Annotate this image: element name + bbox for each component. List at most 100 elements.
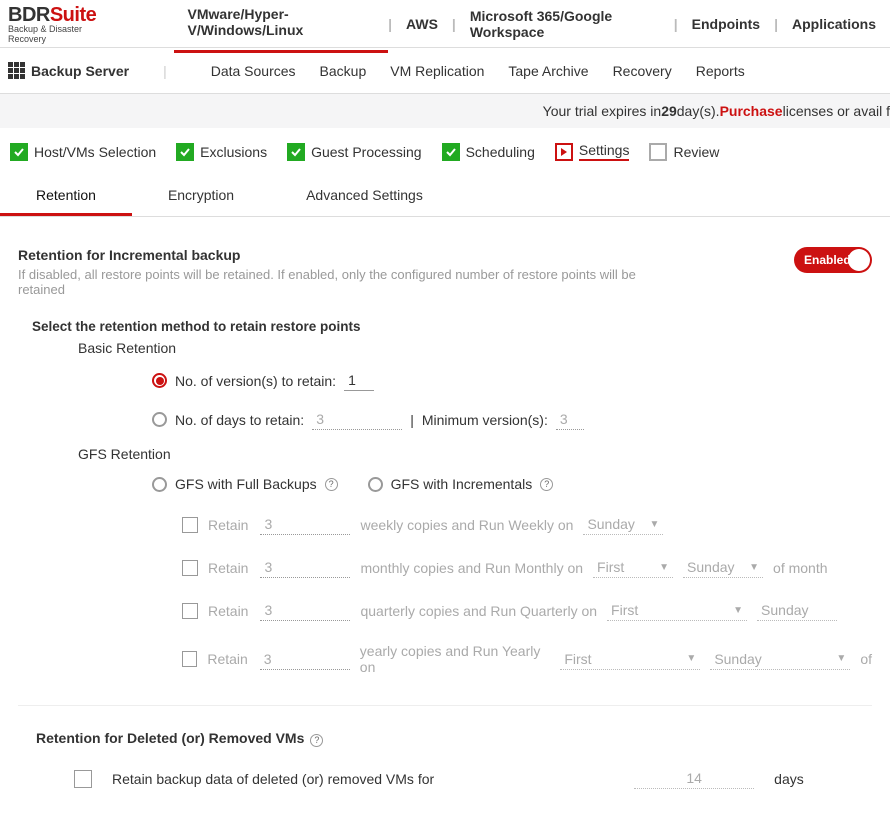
- quarterly-day-select[interactable]: Sunday: [757, 600, 837, 621]
- check-icon: [176, 143, 194, 161]
- product-applications[interactable]: Applications: [778, 4, 890, 44]
- select-value: First: [564, 651, 591, 667]
- retain-label: Retain: [208, 517, 248, 533]
- deleted-days-input[interactable]: [634, 768, 754, 789]
- days-input[interactable]: [312, 409, 402, 430]
- min-versions-input[interactable]: [556, 409, 584, 430]
- incremental-section-head: Retention for Incremental backup If disa…: [18, 247, 872, 313]
- deleted-checkbox[interactable]: [74, 770, 92, 788]
- tab-advanced[interactable]: Advanced Settings: [270, 177, 459, 216]
- product-m365[interactable]: Microsoft 365/Google Workspace: [456, 0, 674, 52]
- gfs-full-radio[interactable]: [152, 477, 167, 492]
- help-icon[interactable]: ?: [325, 478, 338, 491]
- of-label: of: [860, 651, 872, 667]
- check-icon: [442, 143, 460, 161]
- trial-mid: day(s).: [677, 103, 720, 119]
- play-icon: [555, 143, 573, 161]
- step-label: Guest Processing: [311, 144, 422, 160]
- backup-server-menu[interactable]: Backup Server: [8, 62, 129, 79]
- step-guest-processing[interactable]: Guest Processing: [287, 143, 422, 161]
- versions-input[interactable]: [344, 370, 374, 391]
- purchase-link[interactable]: Purchase: [720, 103, 783, 119]
- versions-label: No. of version(s) to retain:: [175, 373, 336, 389]
- yearly-day-select[interactable]: Sunday▼: [710, 649, 850, 670]
- nav-vm-replication[interactable]: VM Replication: [390, 63, 484, 79]
- help-icon[interactable]: ?: [310, 734, 323, 747]
- deleted-vms-section: Retention for Deleted (or) Removed VMs ?…: [18, 705, 872, 789]
- chevron-down-icon: ▼: [733, 605, 743, 616]
- weekly-count-input[interactable]: [260, 514, 350, 535]
- logo-subtitle: Backup & Disaster Recovery: [8, 24, 114, 44]
- chevron-down-icon: ▼: [749, 562, 759, 573]
- basic-retention-label: Basic Retention: [78, 340, 872, 356]
- nav-row: Backup Server | Data Sources Backup VM R…: [0, 48, 890, 94]
- yearly-count-input[interactable]: [260, 649, 350, 670]
- trial-days: 29: [661, 103, 677, 119]
- method-subsection: Select the retention method to retain re…: [32, 319, 872, 675]
- step-scheduling[interactable]: Scheduling: [442, 143, 535, 161]
- monthly-week-select[interactable]: First▼: [593, 557, 673, 578]
- step-label: Exclusions: [200, 144, 267, 160]
- settings-subtabs: Retention Encryption Advanced Settings: [0, 177, 890, 217]
- enabled-toggle[interactable]: Enabled: [794, 247, 872, 273]
- product-aws[interactable]: AWS: [392, 4, 452, 44]
- gfs-retention-label: GFS Retention: [78, 446, 872, 462]
- logo-suite: Suite: [50, 4, 96, 26]
- chevron-down-icon: ▼: [659, 562, 669, 573]
- versions-radio[interactable]: [152, 373, 167, 388]
- monthly-checkbox[interactable]: [182, 560, 198, 576]
- weekly-checkbox[interactable]: [182, 517, 198, 533]
- nav-tape-archive[interactable]: Tape Archive: [508, 63, 588, 79]
- days-label: No. of days to retain:: [175, 412, 304, 428]
- min-versions-label: Minimum version(s):: [422, 412, 548, 428]
- nav-data-sources[interactable]: Data Sources: [211, 63, 296, 79]
- tab-retention[interactable]: Retention: [0, 177, 132, 216]
- retain-label: Retain: [208, 560, 248, 576]
- trial-suffix: licenses or avail f: [783, 103, 890, 119]
- product-vmware[interactable]: VMware/Hyper-V/Windows/Linux: [174, 0, 389, 53]
- yearly-row: Retain yearly copies and Run Yearly on F…: [182, 643, 872, 675]
- nav-backup[interactable]: Backup: [320, 63, 367, 79]
- quarterly-week-select[interactable]: First▼: [607, 600, 747, 621]
- weekly-text: weekly copies and Run Weekly on: [360, 517, 573, 533]
- retention-panel: Retention for Incremental backup If disa…: [0, 217, 890, 829]
- logo-bdr: BDR: [8, 4, 50, 26]
- yearly-checkbox[interactable]: [182, 651, 197, 667]
- product-endpoints[interactable]: Endpoints: [678, 4, 774, 44]
- deleted-title: Retention for Deleted (or) Removed VMs: [36, 730, 304, 746]
- step-settings[interactable]: Settings: [555, 142, 630, 161]
- gfs-full-label: GFS with Full Backups: [175, 476, 317, 492]
- step-host-vms[interactable]: Host/VMs Selection: [10, 143, 156, 161]
- quarterly-checkbox[interactable]: [182, 603, 198, 619]
- nav-recovery[interactable]: Recovery: [613, 63, 672, 79]
- gfs-inc-radio[interactable]: [368, 477, 383, 492]
- of-month-label: of month: [773, 560, 827, 576]
- select-method-label: Select the retention method to retain re…: [32, 319, 872, 334]
- yearly-text: yearly copies and Run Yearly on: [360, 643, 551, 675]
- monthly-count-input[interactable]: [260, 557, 350, 578]
- weekly-day-select[interactable]: Sunday▼: [583, 514, 663, 535]
- quarterly-row: Retain quarterly copies and Run Quarterl…: [182, 600, 872, 621]
- retain-label: Retain: [208, 603, 248, 619]
- monthly-day-select[interactable]: Sunday ▼: [683, 557, 763, 578]
- deleted-label: Retain backup data of deleted (or) remov…: [112, 771, 434, 787]
- days-unit: days: [774, 771, 804, 787]
- toggle-knob: [848, 249, 870, 271]
- step-exclusions[interactable]: Exclusions: [176, 143, 267, 161]
- chevron-down-icon: ▼: [836, 653, 846, 664]
- monthly-row: Retain monthly copies and Run Monthly on…: [182, 557, 872, 578]
- weekly-row: Retain weekly copies and Run Weekly on S…: [182, 514, 872, 535]
- yearly-month-select[interactable]: First ▼: [560, 649, 700, 670]
- monthly-text: monthly copies and Run Monthly on: [360, 560, 583, 576]
- backup-server-label: Backup Server: [31, 63, 129, 79]
- step-review[interactable]: Review: [649, 143, 719, 161]
- help-icon[interactable]: ?: [540, 478, 553, 491]
- days-radio[interactable]: [152, 412, 167, 427]
- days-radio-row: No. of days to retain: | Minimum version…: [152, 409, 872, 430]
- chevron-down-icon: ▼: [686, 653, 696, 664]
- top-header: BDRSuite Backup & Disaster Recovery VMwa…: [0, 0, 890, 48]
- quarterly-count-input[interactable]: [260, 600, 350, 621]
- nav-reports[interactable]: Reports: [696, 63, 745, 79]
- select-value: Sunday: [687, 559, 734, 575]
- tab-encryption[interactable]: Encryption: [132, 177, 270, 216]
